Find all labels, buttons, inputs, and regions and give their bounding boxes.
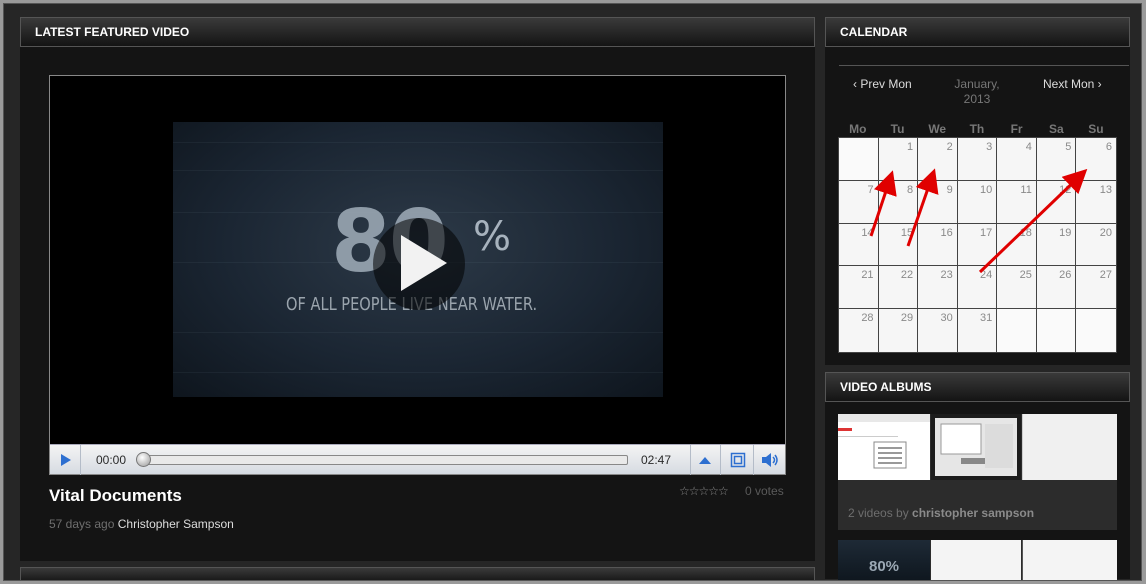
video-author[interactable]: Christopher Sampson: [118, 517, 234, 531]
album-card[interactable]: 80%: [838, 540, 1117, 580]
weekday-label: Su: [1088, 122, 1104, 136]
calendar-day[interactable]: 1: [878, 138, 919, 181]
weekday-label: Th: [969, 122, 985, 136]
album-owner[interactable]: christopher sampson: [912, 506, 1034, 520]
play-icon[interactable]: [401, 235, 447, 291]
video-player[interactable]: 80 % OF ALL PEOPLE LIVE NEAR WATER. 00:0…: [49, 75, 786, 475]
weekday-label: Tu: [890, 122, 905, 136]
video-title[interactable]: Vital Documents: [49, 486, 182, 506]
prev-month-link[interactable]: ‹ Prev Mon: [853, 77, 912, 91]
next-panel-header: [20, 567, 815, 581]
album-thumbnail[interactable]: [1022, 540, 1117, 580]
divider: [839, 65, 1129, 66]
video-percent-sign: %: [473, 214, 512, 260]
calendar-day[interactable]: 17: [957, 223, 998, 267]
video-thumbnail[interactable]: 80 % OF ALL PEOPLE LIVE NEAR WATER.: [173, 122, 663, 397]
calendar-day[interactable]: 21: [839, 266, 879, 310]
weekday-header: Mo Tu We Th Fr Sa Su: [838, 122, 1116, 136]
calendar-day[interactable]: 27: [1076, 266, 1116, 310]
calendar-day[interactable]: 19: [1036, 223, 1077, 267]
calendar-day[interactable]: 22: [878, 266, 919, 310]
calendar-day[interactable]: 11: [997, 180, 1037, 224]
album-caption: 2 videos by christopher sampson: [848, 506, 1034, 520]
album-thumbnail[interactable]: [931, 414, 1021, 480]
weekday-label: We: [928, 122, 947, 136]
calendar-day[interactable]: 16: [918, 223, 958, 267]
calendar-day[interactable]: 14: [839, 223, 879, 267]
chevron-up-icon[interactable]: [698, 455, 712, 465]
calendar-day[interactable]: 23: [918, 266, 958, 310]
album-card[interactable]: 2 videos by christopher sampson: [838, 414, 1117, 530]
album-thumbnail[interactable]: [931, 540, 1021, 580]
calendar-day[interactable]: 4: [997, 138, 1037, 181]
album-thumbnail[interactable]: 80%: [838, 540, 930, 580]
seek-bar[interactable]: [138, 455, 628, 465]
album-thumbnail[interactable]: [838, 414, 930, 480]
fullscreen-icon[interactable]: [730, 452, 746, 468]
current-month: January, 2013: [954, 77, 1000, 106]
calendar-day[interactable]: 29: [878, 309, 919, 352]
video-albums-header: VIDEO ALBUMS: [825, 372, 1130, 402]
video-meta: 57 days ago Christopher Sampson: [49, 517, 234, 531]
calendar-empty-cell: [1036, 309, 1077, 352]
weekday-label: Sa: [1048, 122, 1064, 136]
calendar-day[interactable]: 7: [839, 180, 879, 224]
player-controls: 00:00 02:47: [50, 444, 785, 475]
calendar-day[interactable]: 5: [1036, 138, 1077, 181]
calendar-day[interactable]: 3: [957, 138, 998, 181]
calendar-grid: 1 2 3 4 5 6 7 8 9 10 11 12 13 14 15 16 17 18 19 20 21 22 23 24 2…: [838, 137, 1117, 353]
volume-icon[interactable]: [761, 452, 779, 468]
calendar-day[interactable]: 15: [878, 223, 919, 267]
calendar-day[interactable]: 30: [918, 309, 958, 352]
weekday-label: Fr: [1010, 122, 1023, 136]
calendar-empty-cell: [1076, 309, 1116, 352]
album-thumbnail[interactable]: [1022, 414, 1117, 480]
next-month-link[interactable]: Next Mon ›: [1043, 77, 1102, 91]
album-video-count: 2 videos by: [848, 506, 909, 520]
featured-video-header: LATEST FEATURED VIDEO: [20, 17, 815, 47]
calendar-day[interactable]: 13: [1076, 180, 1116, 224]
calendar-empty-cell: [839, 138, 879, 181]
total-time: 02:47: [641, 453, 672, 467]
seek-handle[interactable]: [136, 452, 151, 467]
calendar-day[interactable]: 24: [957, 266, 998, 310]
calendar-day[interactable]: 8: [878, 180, 919, 224]
weekday-label: Mo: [849, 122, 867, 136]
calendar-day[interactable]: 18: [997, 223, 1037, 267]
play-small-icon[interactable]: [58, 453, 72, 467]
calendar-day[interactable]: 26: [1036, 266, 1077, 310]
calendar-day[interactable]: 25: [997, 266, 1037, 310]
calendar-day[interactable]: 12: [1036, 180, 1077, 224]
rating-stars[interactable]: ☆☆☆☆☆: [679, 484, 729, 498]
calendar-day[interactable]: 20: [1076, 223, 1116, 267]
current-time: 00:00: [96, 453, 127, 467]
calendar-day[interactable]: 2: [918, 138, 958, 181]
vote-count: 0 votes: [745, 484, 784, 498]
calendar-day[interactable]: 28: [839, 309, 879, 352]
calendar-day[interactable]: 10: [957, 180, 998, 224]
calendar-day[interactable]: 9: [918, 180, 958, 224]
video-age: 57 days ago: [49, 517, 115, 531]
calendar-day[interactable]: 31: [957, 309, 998, 352]
calendar-day[interactable]: 6: [1076, 138, 1116, 181]
calendar-header: CALENDAR: [825, 17, 1130, 47]
calendar-empty-cell: [997, 309, 1037, 352]
